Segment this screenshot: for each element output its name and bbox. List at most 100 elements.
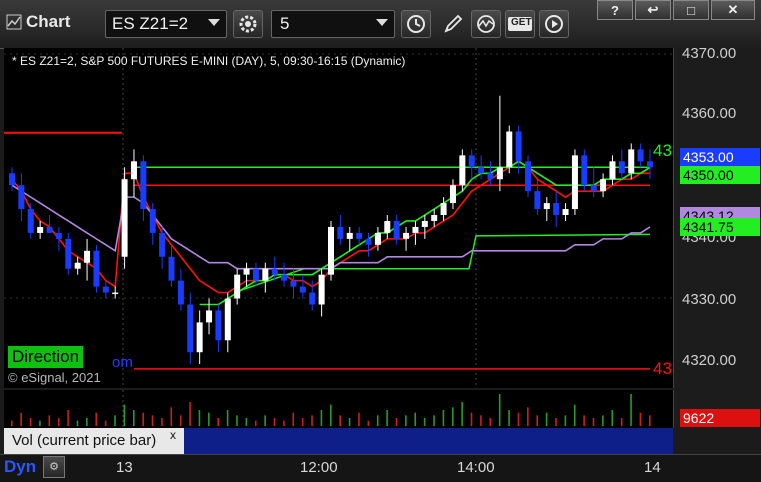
candle-body	[365, 238, 372, 245]
candle-body	[55, 232, 62, 239]
volume-value-label: 9622	[680, 409, 760, 427]
volume-bar	[414, 412, 417, 426]
candle-body	[309, 292, 316, 305]
candle-body	[562, 209, 569, 216]
symbol-dropdown-icon[interactable]	[208, 19, 220, 26]
candle-body	[262, 268, 269, 281]
close-button[interactable]: ✕	[711, 0, 755, 20]
candle-body	[478, 167, 485, 174]
candle-body	[571, 155, 578, 210]
candle-body	[65, 238, 72, 269]
candle-body	[159, 232, 166, 257]
volume-study-close-icon[interactable]: x	[170, 428, 176, 442]
draw-button[interactable]	[438, 10, 468, 38]
volume-bar	[142, 412, 144, 426]
volume-bar	[442, 410, 445, 426]
time-tick: 12:00	[300, 459, 338, 476]
volume-bar	[470, 412, 473, 426]
volume-bar	[564, 415, 567, 426]
candle-body	[374, 232, 381, 245]
volume-bar	[545, 412, 548, 426]
play-button[interactable]	[539, 10, 569, 38]
candle-body	[515, 131, 522, 162]
chart-header: * ES Z21=2, S&P 500 FUTURES E-MINI (DAY)…	[12, 54, 406, 68]
candle-body	[403, 232, 410, 239]
interval-field[interactable]: 5	[271, 10, 395, 38]
restore-button[interactable]: ↩	[635, 0, 671, 20]
volume-bar	[630, 394, 632, 426]
volume-chart[interactable]	[4, 390, 673, 428]
candle-body	[525, 161, 532, 192]
candle-body	[318, 274, 325, 305]
volume-bar	[602, 415, 604, 426]
volume-axis: 9622	[673, 390, 761, 428]
dynamic-label[interactable]: Dyn	[4, 457, 36, 477]
candle-body	[281, 274, 288, 281]
candle-body	[130, 161, 137, 180]
candle-body	[534, 191, 541, 210]
pen-draw-icon	[444, 14, 463, 33]
close-icon: ✕	[727, 2, 739, 17]
time-tick: 14:00	[457, 459, 495, 476]
candle-body	[84, 250, 91, 263]
volume-bar	[649, 415, 651, 426]
candle-body	[121, 179, 128, 257]
price-tick: 4320.00	[682, 352, 737, 369]
volume-bar	[348, 418, 351, 426]
candle-body	[590, 185, 597, 192]
volume-bar	[208, 412, 210, 426]
volume-bar	[339, 415, 341, 426]
time-button[interactable]	[401, 10, 431, 38]
price-label-green-level: 4341.75	[680, 218, 760, 236]
restore-icon: ↩	[647, 2, 659, 17]
clock-icon	[407, 15, 425, 33]
volume-bar	[292, 412, 295, 426]
volume-bar	[245, 418, 248, 426]
candle-body	[196, 322, 203, 353]
get-data-button[interactable]: GET	[505, 10, 535, 38]
dynamic-settings-icon[interactable]: ⚙	[43, 456, 65, 478]
candle-body	[102, 286, 109, 293]
volume-bar	[301, 418, 304, 426]
time-tick: 14	[644, 459, 661, 476]
interval-dropdown-icon[interactable]	[376, 19, 388, 26]
volume-bar	[386, 410, 388, 426]
candle-body	[299, 286, 306, 293]
app-title: Chart	[6, 12, 70, 32]
volume-bar	[161, 418, 163, 426]
settings-button[interactable]	[233, 10, 263, 38]
symbol-field[interactable]: ES Z21=2	[105, 10, 227, 38]
volume-bar	[358, 412, 360, 426]
volume-bar	[489, 418, 492, 426]
volume-bar	[583, 415, 585, 426]
volume-bar	[67, 410, 69, 426]
candle-body	[252, 268, 259, 281]
candle-body	[27, 209, 34, 233]
volume-study-label[interactable]: Vol (current price bar)	[4, 428, 184, 454]
time-axis[interactable]: 13 12:00 14:00 14	[0, 454, 761, 482]
price-axis[interactable]: 4370.00 4360.00 4340.00 4330.00 4320.00 …	[673, 45, 761, 388]
candle-body	[187, 304, 194, 353]
volume-bar	[395, 418, 398, 426]
price-chart-svg	[4, 48, 673, 388]
direction-label[interactable]: Direction	[8, 346, 84, 368]
candle-body	[18, 185, 25, 210]
maximize-button[interactable]: □	[673, 0, 709, 20]
candle-body	[112, 292, 119, 295]
help-button[interactable]: ?	[597, 0, 633, 20]
get-label: GET	[511, 17, 532, 28]
volume-bar	[573, 404, 576, 426]
candle-body	[206, 310, 213, 323]
volume-bar	[461, 402, 463, 426]
chart-app-icon	[6, 14, 22, 30]
volume-bar	[527, 407, 529, 426]
study-button[interactable]	[471, 10, 501, 38]
price-chart[interactable]: * ES Z21=2, S&P 500 FUTURES E-MINI (DAY)…	[4, 48, 673, 388]
volume-bar	[179, 415, 182, 426]
candle-body	[647, 161, 653, 168]
candle-body	[468, 155, 475, 168]
candle-body	[384, 220, 391, 233]
candle-body	[600, 179, 607, 192]
volume-bar	[95, 412, 98, 426]
volume-chart-svg	[11, 390, 651, 428]
